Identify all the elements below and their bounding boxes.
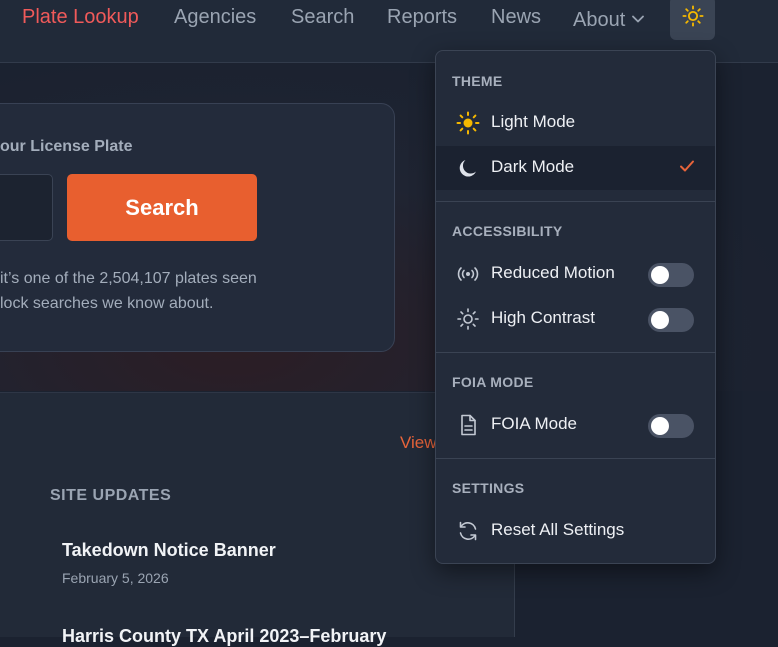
broadcast-icon — [456, 262, 480, 286]
search-button[interactable]: Search — [67, 174, 257, 241]
nav-link-news[interactable]: News — [491, 6, 541, 29]
dark-mode-option[interactable]: Dark Mode — [436, 146, 715, 190]
moon-icon — [456, 156, 480, 180]
reduced-motion-label: Reduced Motion — [491, 263, 615, 282]
nav-about-label: About — [573, 9, 626, 31]
theme-heading: THEME — [452, 73, 503, 89]
theme-toggle-button[interactable] — [670, 0, 715, 40]
high-contrast-toggle[interactable] — [648, 308, 694, 332]
foia-heading: FOIA MODE — [452, 374, 534, 390]
site-updates-heading: SITE UPDATES — [50, 487, 172, 504]
foia-mode-label: FOIA Mode — [491, 414, 577, 433]
high-contrast-label: High Contrast — [491, 308, 595, 327]
sun-icon — [456, 111, 480, 135]
reset-settings-option[interactable]: Reset All Settings — [436, 509, 715, 553]
toggle-knob — [651, 311, 669, 329]
toggle-knob — [651, 266, 669, 284]
foia-mode-toggle[interactable] — [648, 414, 694, 438]
reset-icon — [456, 519, 480, 543]
nav-link-search[interactable]: Search — [291, 6, 354, 29]
plate-count-note: it’s one of the 2,504,107 plates seen — [0, 270, 257, 287]
light-mode-option[interactable]: Light Mode — [436, 101, 715, 145]
update-title-2[interactable]: Harris County TX April 2023–February — [62, 626, 386, 647]
nav-link-agencies[interactable]: Agencies — [174, 6, 256, 29]
settings-dropdown-menu: THEME Light Mode Dark Mode ACCESSIBILITY… — [435, 50, 716, 564]
document-icon — [456, 413, 480, 437]
checkmark-icon — [679, 159, 695, 178]
menu-divider — [436, 201, 715, 202]
toggle-knob — [651, 417, 669, 435]
reset-settings-label: Reset All Settings — [491, 520, 625, 539]
update-title[interactable]: Takedown Notice Banner — [62, 540, 276, 561]
plate-count-note-2: lock searches we know about. — [0, 295, 214, 312]
foia-mode-option[interactable]: FOIA Mode — [436, 403, 715, 447]
chevron-down-icon — [632, 6, 645, 29]
reduced-motion-option[interactable]: Reduced Motion — [436, 252, 715, 296]
nav-link-about[interactable]: About — [573, 6, 645, 32]
update-date: February 5, 2026 — [62, 570, 169, 586]
menu-divider — [436, 458, 715, 459]
plate-input-label: our License Plate — [0, 138, 133, 155]
view-all-link[interactable]: View — [400, 433, 437, 453]
nav-link-reports[interactable]: Reports — [387, 6, 457, 29]
settings-heading: SETTINGS — [452, 480, 525, 496]
brand-link[interactable]: Plate Lookup — [22, 6, 139, 29]
menu-divider — [436, 352, 715, 353]
sun-icon — [681, 4, 704, 32]
high-contrast-option[interactable]: High Contrast — [436, 297, 715, 341]
contrast-sun-icon — [456, 307, 480, 331]
light-mode-label: Light Mode — [491, 112, 576, 131]
accessibility-heading: ACCESSIBILITY — [452, 223, 563, 239]
plate-input[interactable] — [0, 174, 53, 241]
dark-mode-label: Dark Mode — [491, 157, 575, 176]
reduced-motion-toggle[interactable] — [648, 263, 694, 287]
